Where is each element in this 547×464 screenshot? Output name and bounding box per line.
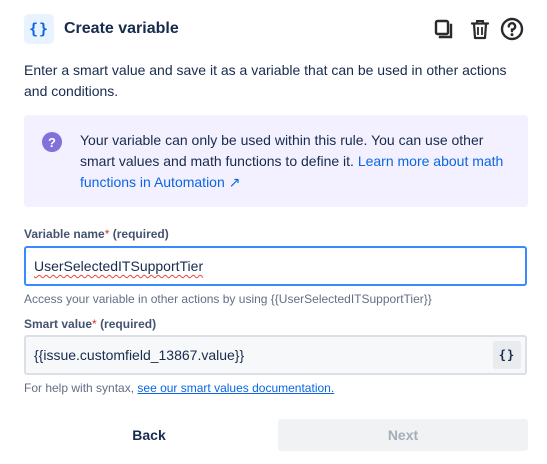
smart-value-label: Smart value* (required) xyxy=(24,317,156,331)
copy-button[interactable] xyxy=(431,16,457,42)
smart-value-helper: For help with syntax, see our smart valu… xyxy=(24,381,334,395)
variable-name-value[interactable]: UserSelectedITSupportTier xyxy=(34,258,203,274)
info-text: Your variable can only be used within th… xyxy=(80,130,512,193)
required-star: * xyxy=(104,227,110,241)
insert-smart-value-button[interactable]: {} xyxy=(493,341,521,369)
required-star: * xyxy=(92,317,97,331)
variable-name-label-text: Variable name xyxy=(24,227,105,241)
required-text: (required) xyxy=(100,317,157,331)
smart-value-input[interactable]: {{issue.customfield_13867.value}} {} xyxy=(24,335,527,375)
help-button[interactable] xyxy=(499,16,525,42)
smart-value-value[interactable]: {{issue.customfield_13867.value}} xyxy=(34,347,244,363)
intro-text: Enter a smart value and save it as a var… xyxy=(24,62,507,99)
copy-icon xyxy=(434,19,453,39)
required-text: (required) xyxy=(112,227,169,241)
delete-icon xyxy=(470,20,490,40)
smart-value-helper-prefix: For help with syntax, xyxy=(24,381,138,395)
info-panel: ? Your variable can only be used within … xyxy=(24,115,528,207)
help-icon xyxy=(500,17,524,41)
delete-button[interactable] xyxy=(467,16,493,42)
curly-braces-icon: {} xyxy=(24,14,54,44)
variable-name-label: Variable name* (required) xyxy=(24,227,169,241)
question-circle-icon: ? xyxy=(42,132,62,152)
variable-name-input[interactable]: UserSelectedITSupportTier xyxy=(24,246,527,286)
panel-header: {} Create variable xyxy=(24,12,524,46)
back-button[interactable]: Back xyxy=(24,419,274,451)
smart-value-label-text: Smart value xyxy=(24,317,93,331)
page-title: Create variable xyxy=(64,20,179,37)
smart-values-docs-link[interactable]: see our smart values documentation. xyxy=(137,381,334,395)
variable-name-helper: Access your variable in other actions by… xyxy=(24,292,432,306)
next-button[interactable]: Next xyxy=(278,419,528,451)
